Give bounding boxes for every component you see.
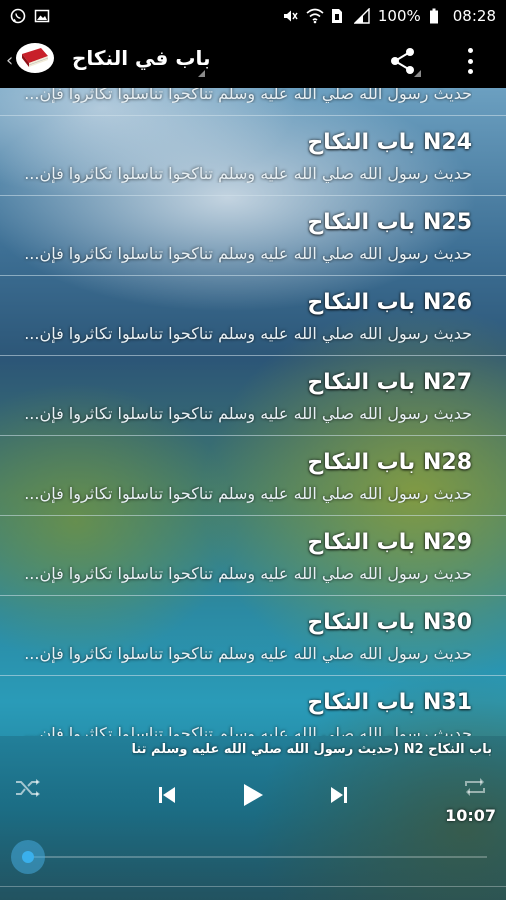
- item-title: باب النكاح N26: [307, 290, 472, 315]
- seek-thumb[interactable]: [11, 840, 45, 874]
- list-item[interactable]: باب النكاح N30 حديث رسول الله صلي الله ع…: [0, 596, 506, 676]
- item-title: باب النكاح N31: [307, 690, 472, 715]
- shuffle-button[interactable]: [14, 778, 42, 802]
- signal-icon: [353, 7, 370, 24]
- item-subtitle: حديث رسول الله صلي الله عليه وسلم تناكحو…: [24, 644, 472, 663]
- list-item[interactable]: باب النكاح N31 حديث رسول الله صلي الله ع…: [0, 676, 506, 736]
- list-item[interactable]: باب النكاح N25 حديث رسول الله صلي الله ع…: [0, 196, 506, 276]
- list-item[interactable]: باب النكاح N24 حديث رسول الله صلي الله ع…: [0, 116, 506, 196]
- dropdown-indicator: [198, 70, 205, 77]
- skip-previous-icon: [156, 787, 178, 810]
- now-playing-title: باب النكاح N2 (حديث رسول الله صلي الله ع…: [132, 742, 492, 757]
- wifi-icon: [306, 8, 324, 24]
- item-title: باب النكاح N29: [307, 530, 472, 555]
- play-button[interactable]: [240, 782, 266, 812]
- app-bar: ‹ باب في النكاح: [0, 32, 506, 88]
- more-vert-icon: [467, 48, 473, 53]
- mute-icon: [282, 8, 298, 24]
- item-title: باب النكاح N28: [307, 450, 472, 475]
- item-title: باب النكاح N27: [307, 370, 472, 395]
- playback-time: 10:07: [445, 806, 496, 825]
- skip-next-icon: [328, 787, 350, 810]
- overflow-menu-button[interactable]: [460, 46, 480, 76]
- status-bar: 100% 08:28: [0, 0, 506, 32]
- home-up-button[interactable]: ‹: [6, 42, 58, 78]
- item-title: باب النكاح N30: [307, 610, 472, 635]
- item-subtitle: حديث رسول الله صلي الله عليه وسلم تناكحو…: [24, 404, 472, 423]
- list-item[interactable]: حديث رسول الله صلي الله عليه وسلم تناكحو…: [0, 88, 506, 116]
- whatsapp-icon: [10, 8, 26, 24]
- repeat-button[interactable]: [462, 776, 488, 802]
- item-subtitle: حديث رسول الله صلي الله عليه وسلم تناكحو…: [24, 324, 472, 343]
- item-subtitle: حديث رسول الله صلي الله عليه وسلم تناكحو…: [24, 88, 472, 103]
- previous-button[interactable]: [156, 784, 178, 810]
- item-subtitle: حديث رسول الله صلي الله عليه وسلم تناكحو…: [24, 484, 472, 503]
- next-button[interactable]: [328, 784, 350, 810]
- item-subtitle: حديث رسول الله صلي الله عليه وسلم تناكحو…: [24, 724, 472, 736]
- shuffle-icon: [14, 779, 42, 802]
- book-icon: [15, 42, 55, 78]
- repeat-icon: [462, 778, 488, 802]
- item-subtitle: حديث رسول الله صلي الله عليه وسلم تناكحو…: [24, 244, 472, 263]
- image-icon: [34, 8, 50, 24]
- battery-icon: [429, 8, 445, 24]
- item-title: باب النكاح N25: [307, 210, 472, 235]
- status-time: 08:28: [452, 7, 496, 25]
- dropdown-indicator: [414, 70, 421, 77]
- list-item[interactable]: باب النكاح N27 حديث رسول الله صلي الله ع…: [0, 356, 506, 436]
- divider: [0, 886, 506, 887]
- item-subtitle: حديث رسول الله صلي الله عليه وسلم تناكحو…: [24, 564, 472, 583]
- item-title: باب النكاح N24: [307, 130, 472, 155]
- item-subtitle: حديث رسول الله صلي الله عليه وسلم تناكحو…: [24, 164, 472, 183]
- chapter-list: حديث رسول الله صلي الله عليه وسلم تناكحو…: [0, 88, 506, 736]
- list-item[interactable]: باب النكاح N28 حديث رسول الله صلي الله ع…: [0, 436, 506, 516]
- list-item[interactable]: باب النكاح N26 حديث رسول الله صلي الله ع…: [0, 276, 506, 356]
- page-title: باب في النكاح: [72, 46, 211, 70]
- play-icon: [240, 784, 266, 812]
- seek-bar[interactable]: [27, 856, 487, 858]
- list-item[interactable]: باب النكاح N29 حديث رسول الله صلي الله ع…: [0, 516, 506, 596]
- media-player: باب النكاح N2 (حديث رسول الله صلي الله ع…: [0, 736, 506, 900]
- chevron-left-icon: ‹: [6, 49, 14, 71]
- battery-level: 100%: [377, 7, 421, 25]
- sim-icon: [330, 8, 346, 24]
